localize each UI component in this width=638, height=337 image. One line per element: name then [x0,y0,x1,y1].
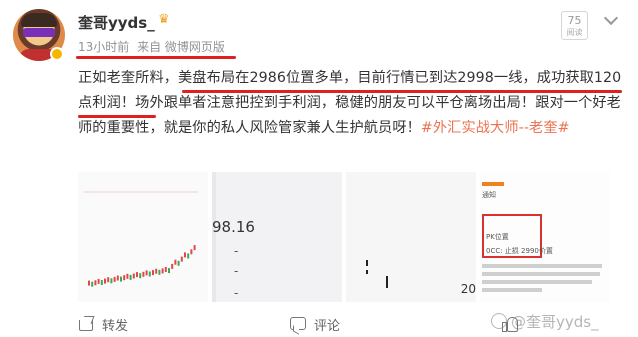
candle-mark [158,269,161,275]
weibo-logo-icon [491,313,507,329]
candle-mark [110,278,113,284]
candle-mark [126,273,129,279]
candle-mark [148,271,151,277]
hashtag-link[interactable]: #外汇实战大师--老奎# [421,120,570,136]
image-thumbnail[interactable]: 98.16 - - - [212,172,342,302]
candle-mark [139,273,142,279]
candle-mark [190,249,193,255]
heading-bar [482,182,504,186]
candle-mark [168,268,170,274]
share-label: 转发 [102,319,129,334]
candle-mark [136,272,138,278]
candle-mark [104,278,106,284]
annotation-underline [76,56,236,59]
candle-mark [132,273,135,279]
candle-mark [97,278,100,284]
comment-icon [290,316,306,331]
thumbnail-dash: - [234,286,239,300]
username[interactable]: 奎哥yyds_ [78,12,155,33]
candle-mark [164,267,167,272]
candle-mark [88,280,90,286]
verified-badge-icon [50,47,64,61]
avatar-glasses [23,28,55,37]
annotation-underline [78,115,156,118]
thumbnail-dash: - [234,244,239,258]
candle-mark [129,274,132,280]
post-source: 来自 微博网页版 [137,40,225,54]
candle-mark [120,276,122,282]
candle-mark [116,275,119,281]
comment-label: 评论 [314,319,341,334]
candle-mark [174,259,177,265]
candle-mark [152,270,154,276]
candle-mark [184,252,186,258]
candle-mark [91,281,94,287]
thumbnail-text: 通知 [482,191,496,199]
candle-mark [155,268,158,274]
reads-badge: 75 阅读 [561,11,588,40]
candle-mark [94,280,97,286]
candle-mark [193,245,196,251]
candle-mark [113,276,116,282]
post-content: 正如老奎所料，美盘布局在2986位置多单，目前行情已到达2998一线，成功获取1… [78,66,624,141]
share-icon [78,316,94,331]
crown-icon[interactable]: ♛ [158,13,174,27]
text-line [482,264,602,268]
candle-mark [161,268,164,274]
watermark: @奎哥yyds_ [491,311,599,332]
candle-mark [107,277,110,283]
candle-mark [123,275,126,281]
image-thumbnail[interactable] [78,172,208,302]
candle-mark [171,263,174,269]
candle-mark [145,270,148,276]
thumbnail-dash: - [234,264,239,278]
thumbnail-price: 98.16 [212,218,255,236]
chart-mark [366,270,368,274]
weibo-post: 奎哥yyds_ ♛ 13小时前 来自 微博网页版 75 阅读 正如老奎所料，美盘… [0,0,638,337]
watermark-text: @奎哥yyds_ [511,313,599,331]
reads-label: 阅读 [566,28,583,37]
price-chart-thumbnail [84,191,198,287]
post-meta: 13小时前 来自 微博网页版 [78,38,229,55]
thumbnail-number: 20 [460,282,476,296]
reads-count: 75 [567,14,582,27]
candle-mark [180,256,183,262]
annotation-underline [182,90,622,93]
candle-mark [187,253,190,259]
text-line [482,288,542,292]
post-time[interactable]: 13小时前 [78,40,129,54]
text-line [482,272,600,276]
candle-mark [142,271,145,277]
text-line [482,280,592,284]
thumbnail-text: 0CC: 止损 2990价置 [486,247,553,255]
chart-mark [366,260,368,266]
more-icon[interactable] [605,12,619,22]
candle-mark [100,280,103,285]
thumbnail-text: PK位置 [486,233,509,241]
avatar-hair [21,13,57,27]
image-thumbnail[interactable]: 20 [346,172,476,302]
image-thumbnail[interactable]: 通知 PK位置 0CC: 止损 2990价置 [480,172,610,302]
chart-mark [386,276,388,288]
candle-mark [177,260,180,266]
panel-edge [212,172,216,302]
